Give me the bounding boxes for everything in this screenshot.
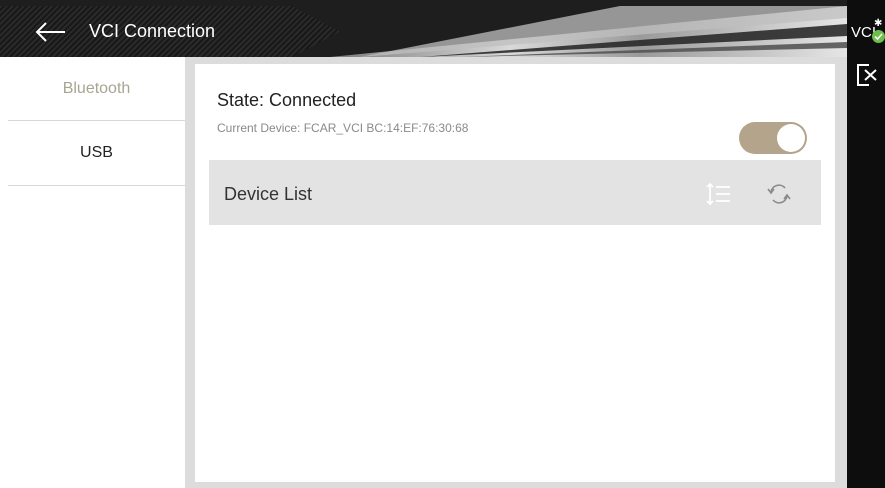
back-button[interactable] xyxy=(30,16,70,48)
device-label: Current Device: xyxy=(217,121,301,135)
device-list-title: Device List xyxy=(224,184,313,204)
refresh-button[interactable] xyxy=(764,179,794,209)
header-bar: VCI Connection xyxy=(0,0,847,57)
sidebar-divider xyxy=(8,185,185,186)
device-value: FCAR_VCI BC:14:EF:76:30:68 xyxy=(303,121,469,135)
exit-button[interactable] xyxy=(854,62,880,88)
refresh-icon xyxy=(767,184,791,204)
exit-icon xyxy=(857,64,877,86)
sidebar-item-usb[interactable]: USB xyxy=(8,121,185,185)
header-decoration xyxy=(330,6,847,57)
state-value: Connected xyxy=(269,90,357,110)
connected-check-icon xyxy=(872,30,885,43)
arrow-left-icon xyxy=(35,22,65,42)
toggle-knob xyxy=(777,124,805,152)
bluetooth-icon: ✱ xyxy=(874,18,883,29)
state-label: State: xyxy=(217,90,265,110)
sidebar-item-bluetooth[interactable]: Bluetooth xyxy=(8,57,185,121)
sort-button[interactable] xyxy=(705,180,733,208)
sort-icon xyxy=(706,182,730,206)
connection-state: State: Connected xyxy=(217,90,356,111)
page-title: VCI Connection xyxy=(89,21,216,41)
sidebar: Bluetooth USB xyxy=(8,57,185,488)
vci-status-indicator[interactable]: VCI ✱ xyxy=(848,18,885,48)
current-device: Current Device: FCAR_VCI BC:14:EF:76:30:… xyxy=(217,121,468,135)
bluetooth-toggle[interactable] xyxy=(739,122,807,154)
device-list-header: Device List xyxy=(209,160,821,225)
